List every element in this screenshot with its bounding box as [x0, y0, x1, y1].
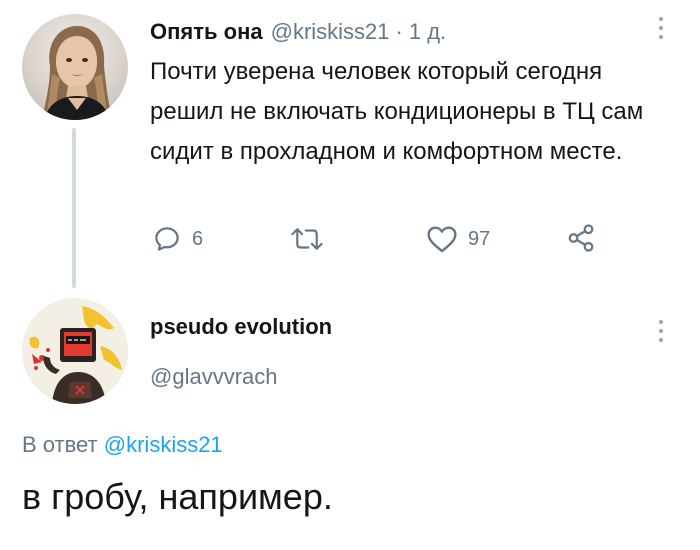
like-count: 97 [468, 227, 491, 250]
reply-to-prefix: В ответ [22, 432, 98, 457]
reply-text: в гробу, например. [22, 476, 333, 517]
author-avatar-photo [42, 26, 112, 120]
reply-author-avatar[interactable] [22, 298, 128, 404]
retweet-icon [291, 228, 323, 250]
author-name[interactable]: Опять она [150, 19, 263, 45]
tweet-more-menu-icon[interactable] [658, 17, 664, 44]
retweet-button[interactable] [290, 224, 324, 254]
reply-icon [155, 227, 179, 251]
share-button[interactable] [566, 222, 596, 254]
reply-author-avatar-artwork [22, 298, 128, 404]
reply-more-menu-icon[interactable] [658, 320, 664, 347]
tweet-timestamp[interactable]: 1 д. [409, 19, 446, 45]
author-handle[interactable]: @kriskiss21 [271, 19, 390, 45]
reply-author-name[interactable]: pseudo evolution [150, 314, 332, 340]
share-icon [568, 224, 594, 252]
header-separator: · [395, 19, 403, 44]
heart-icon [427, 226, 457, 253]
author-avatar[interactable] [22, 14, 128, 120]
tweet-header: Опять она @kriskiss21 · 1 д. [150, 14, 446, 50]
tweet-text: Почти уверена человек который сегодня ре… [150, 58, 644, 165]
reply-button[interactable]: 6 [152, 224, 203, 254]
thread-connector-line [72, 128, 76, 288]
reply-to-mention-link[interactable]: @kriskiss21 [104, 432, 223, 457]
reply-to-line: В ответ @kriskiss21 [22, 432, 223, 458]
reply-count: 6 [192, 227, 204, 250]
reply-author-handle[interactable]: @glavvvrach [150, 364, 278, 390]
like-button[interactable]: 97 [426, 224, 490, 254]
